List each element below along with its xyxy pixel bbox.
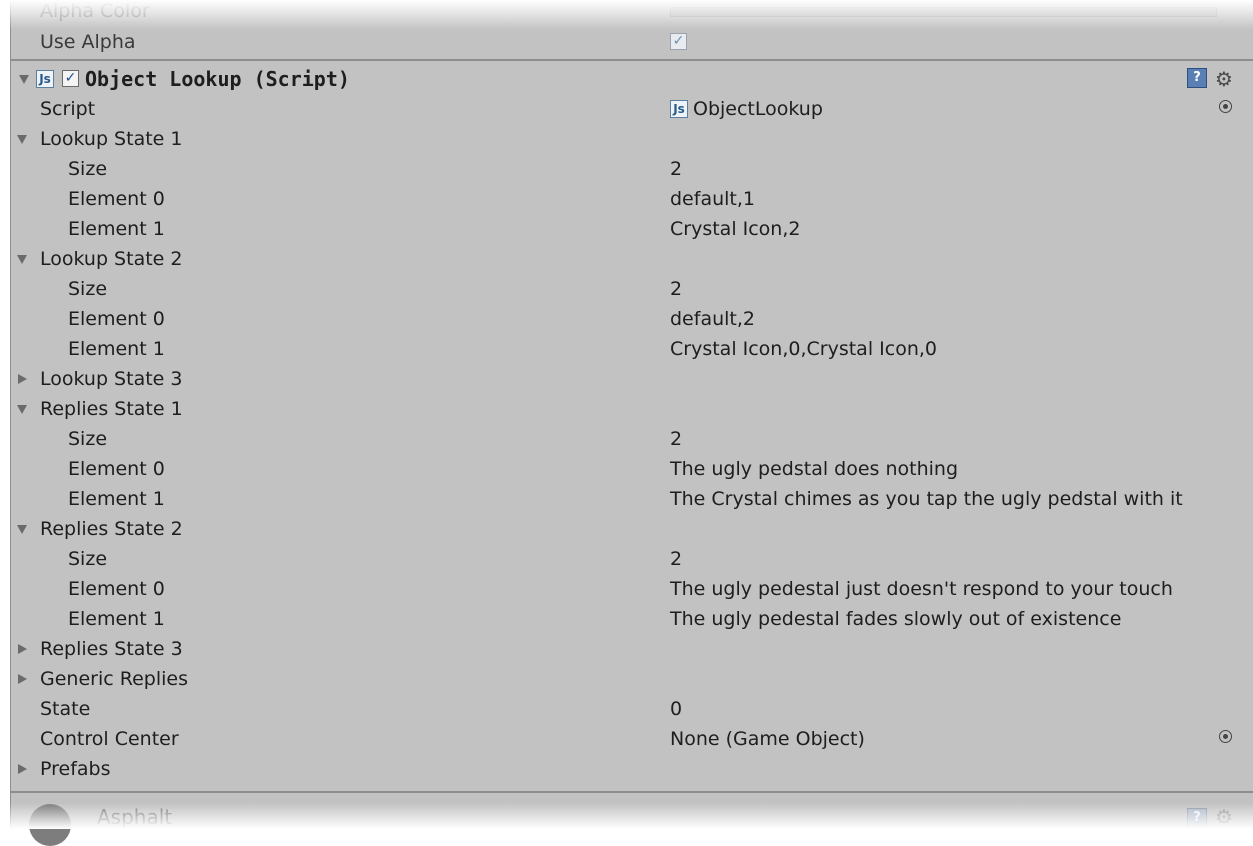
property-row: Size 2	[11, 274, 1253, 304]
property-label: Size	[68, 548, 108, 570]
material-preview-icon	[29, 804, 71, 846]
property-row: Element 0 default,1	[11, 184, 1253, 214]
help-icon[interactable]: ?	[1187, 68, 1207, 88]
use-alpha-checkbox[interactable]: ✓	[670, 33, 687, 50]
gear-icon[interactable]: ⚙	[1215, 63, 1233, 95]
foldout-expanded-arrow[interactable]	[17, 135, 27, 144]
foldout-expanded-arrow[interactable]	[17, 405, 27, 414]
property-value[interactable]: Crystal Icon,0,Crystal Icon,0	[670, 334, 937, 364]
component-header[interactable]: Js ✓ Object Lookup (Script) ? ⚙	[11, 63, 1253, 95]
foldout-collapsed-arrow[interactable]	[18, 674, 27, 684]
property-label: Lookup State 3	[40, 368, 183, 390]
property-value[interactable]: Crystal Icon,2	[670, 214, 800, 244]
property-label: Element 0	[68, 308, 165, 330]
property-row: Element 0 default,2	[11, 304, 1253, 334]
property-row[interactable]: Lookup State 2	[11, 244, 1253, 274]
property-label: Size	[68, 158, 108, 180]
property-row[interactable]: Generic Replies	[11, 664, 1253, 694]
property-row[interactable]: Lookup State 1	[11, 124, 1253, 154]
property-label: Replies State 3	[40, 638, 183, 660]
property-value[interactable]: default,1	[670, 184, 755, 214]
property-value[interactable]: The ugly pedestal fades slowly out of ex…	[670, 604, 1121, 634]
property-label: Replies State 2	[40, 518, 183, 540]
property-label: Script	[40, 98, 96, 120]
property-row[interactable]: Replies State 1	[11, 394, 1253, 424]
property-row: Element 0 The ugly pedestal just doesn't …	[11, 574, 1253, 604]
property-value[interactable]: The ugly pedestal just doesn't respond t…	[670, 574, 1173, 604]
property-row[interactable]: Replies State 3	[11, 634, 1253, 664]
use-alpha-row: Use Alpha ✓	[11, 27, 1253, 57]
help-icon[interactable]: ?	[1187, 808, 1207, 828]
property-label: Lookup State 2	[40, 248, 183, 270]
property-value[interactable]: None (Game Object)	[670, 724, 865, 754]
property-row: Size 2	[11, 154, 1253, 184]
property-value[interactable]: The ugly pedstal does nothing	[670, 454, 958, 484]
property-label: Control Center	[40, 728, 179, 750]
object-picker-icon[interactable]	[1219, 730, 1232, 743]
component-foldout-arrow[interactable]	[19, 75, 29, 84]
use-alpha-label: Use Alpha	[40, 31, 136, 53]
property-row: Size 2	[11, 544, 1253, 574]
foldout-collapsed-arrow[interactable]	[18, 374, 27, 384]
property-row: Element 1 The Crystal chimes as you tap t…	[11, 484, 1253, 514]
component-separator-bottom	[11, 791, 1253, 793]
property-row[interactable]: Replies State 2	[11, 514, 1253, 544]
property-value[interactable]: 0	[670, 694, 682, 724]
js-script-icon: Js	[36, 70, 54, 88]
property-label: Prefabs	[40, 758, 111, 780]
property-row: Element 0 The ugly pedstal does nothing	[11, 454, 1253, 484]
component-title: Object Lookup (Script)	[85, 67, 350, 91]
property-label: Element 1	[68, 608, 165, 630]
property-row: Element 1 Crystal Icon,2	[11, 214, 1253, 244]
property-row: Size 2	[11, 424, 1253, 454]
property-value[interactable]: 2	[670, 544, 682, 574]
property-value[interactable]: 2	[670, 424, 682, 454]
js-script-icon: Js	[670, 100, 688, 118]
property-label: Element 0	[68, 458, 165, 480]
foldout-expanded-arrow[interactable]	[17, 525, 27, 534]
next-component-title: Asphalt	[97, 805, 173, 829]
property-label: Element 1	[68, 218, 165, 240]
gear-icon[interactable]: ⚙	[1215, 802, 1233, 832]
property-value[interactable]: The Crystal chimes as you tap the ugly p…	[670, 484, 1183, 514]
property-label: Replies State 1	[40, 398, 183, 420]
property-label: Element 1	[68, 338, 165, 360]
property-row: Element 1 The ugly pedestal fades slowly …	[11, 604, 1253, 634]
foldout-expanded-arrow[interactable]	[17, 255, 27, 264]
inspector-panel: Alpha Color Use Alpha ✓ Js ✓ Object Look…	[10, 0, 1253, 846]
property-label: Element 0	[68, 578, 165, 600]
property-value[interactable]: ObjectLookup	[693, 94, 823, 124]
foldout-collapsed-arrow[interactable]	[18, 644, 27, 654]
property-row[interactable]: Lookup State 3	[11, 364, 1253, 394]
property-row: Control Center None (Game Object)	[11, 724, 1253, 754]
property-label: State	[40, 698, 91, 720]
property-label: Lookup State 1	[40, 128, 183, 150]
property-row: Script Js ObjectLookup	[11, 94, 1253, 124]
property-row: Element 1 Crystal Icon,0,Crystal Icon,0	[11, 334, 1253, 364]
property-value[interactable]: default,2	[670, 304, 755, 334]
next-component-header[interactable]: Asphalt ? ⚙	[11, 802, 1253, 832]
alpha-color-row: Alpha Color	[11, 0, 1253, 26]
property-label: Generic Replies	[40, 668, 188, 690]
property-label: Size	[68, 428, 108, 450]
property-label: Element 0	[68, 188, 165, 210]
property-value[interactable]: 2	[670, 274, 682, 304]
object-picker-icon[interactable]	[1219, 100, 1232, 113]
property-row[interactable]: Prefabs	[11, 754, 1253, 784]
component-enabled-checkbox[interactable]: ✓	[62, 70, 79, 87]
property-row: State 0	[11, 694, 1253, 724]
property-label: Size	[68, 278, 108, 300]
alpha-color-label: Alpha Color	[40, 0, 150, 22]
component-separator	[11, 59, 1253, 61]
alpha-color-field[interactable]	[670, 7, 1217, 17]
foldout-collapsed-arrow[interactable]	[18, 764, 27, 774]
property-label: Element 1	[68, 488, 165, 510]
property-value[interactable]: 2	[670, 154, 682, 184]
